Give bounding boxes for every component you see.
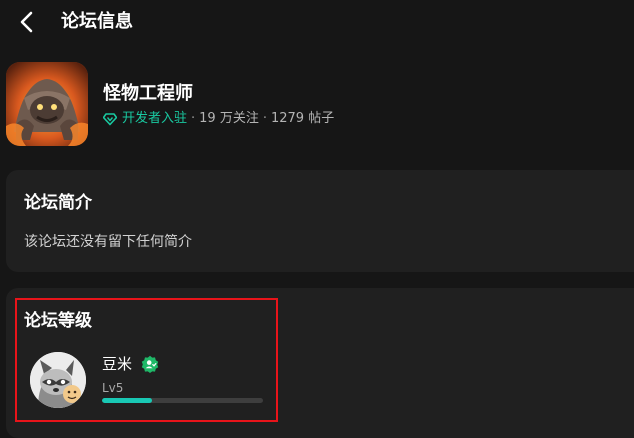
page-title: 论坛信息 <box>61 11 133 32</box>
forum-header: 怪物工程师 开发者入驻 · 19 万关注 · 1279 帖子 <box>0 62 634 152</box>
diamond-icon <box>103 113 117 126</box>
level-title: 论坛等级 <box>24 311 92 331</box>
forum-meta: 开发者入驻 · 19 万关注 · 1279 帖子 <box>103 110 334 128</box>
back-button[interactable] <box>14 8 42 36</box>
developer-badge-label: 开发者入驻 <box>122 111 188 126</box>
developer-badge[interactable]: 开发者入驻 <box>103 110 187 128</box>
intro-text: 该论坛还没有留下任何简介 <box>24 234 192 250</box>
raccoon-avatar-image <box>30 352 86 408</box>
green-user-badge-icon <box>141 355 159 373</box>
user-name[interactable]: 豆米 <box>102 354 132 374</box>
post-count: 1279 帖子 <box>270 111 335 126</box>
top-bar: 论坛信息 <box>0 0 634 46</box>
level-label: Lv5 <box>102 381 124 395</box>
meta-separator: · <box>191 111 196 126</box>
meta-separator: · <box>262 111 267 126</box>
forum-level-card: 论坛等级 豆米 Lv5 <box>6 288 634 438</box>
level-progress-bar <box>102 398 263 403</box>
chevron-left-icon <box>20 11 33 33</box>
monster-game-art <box>6 62 88 146</box>
intro-title: 论坛简介 <box>24 193 92 213</box>
forum-intro-card: 论坛简介 该论坛还没有留下任何简介 <box>6 170 634 272</box>
forum-app-icon[interactable] <box>6 62 88 146</box>
avatar[interactable] <box>30 352 86 408</box>
level-progress-fill <box>102 398 152 403</box>
forum-name: 怪物工程师 <box>103 83 193 104</box>
follower-count: 19 万关注 <box>199 111 259 126</box>
